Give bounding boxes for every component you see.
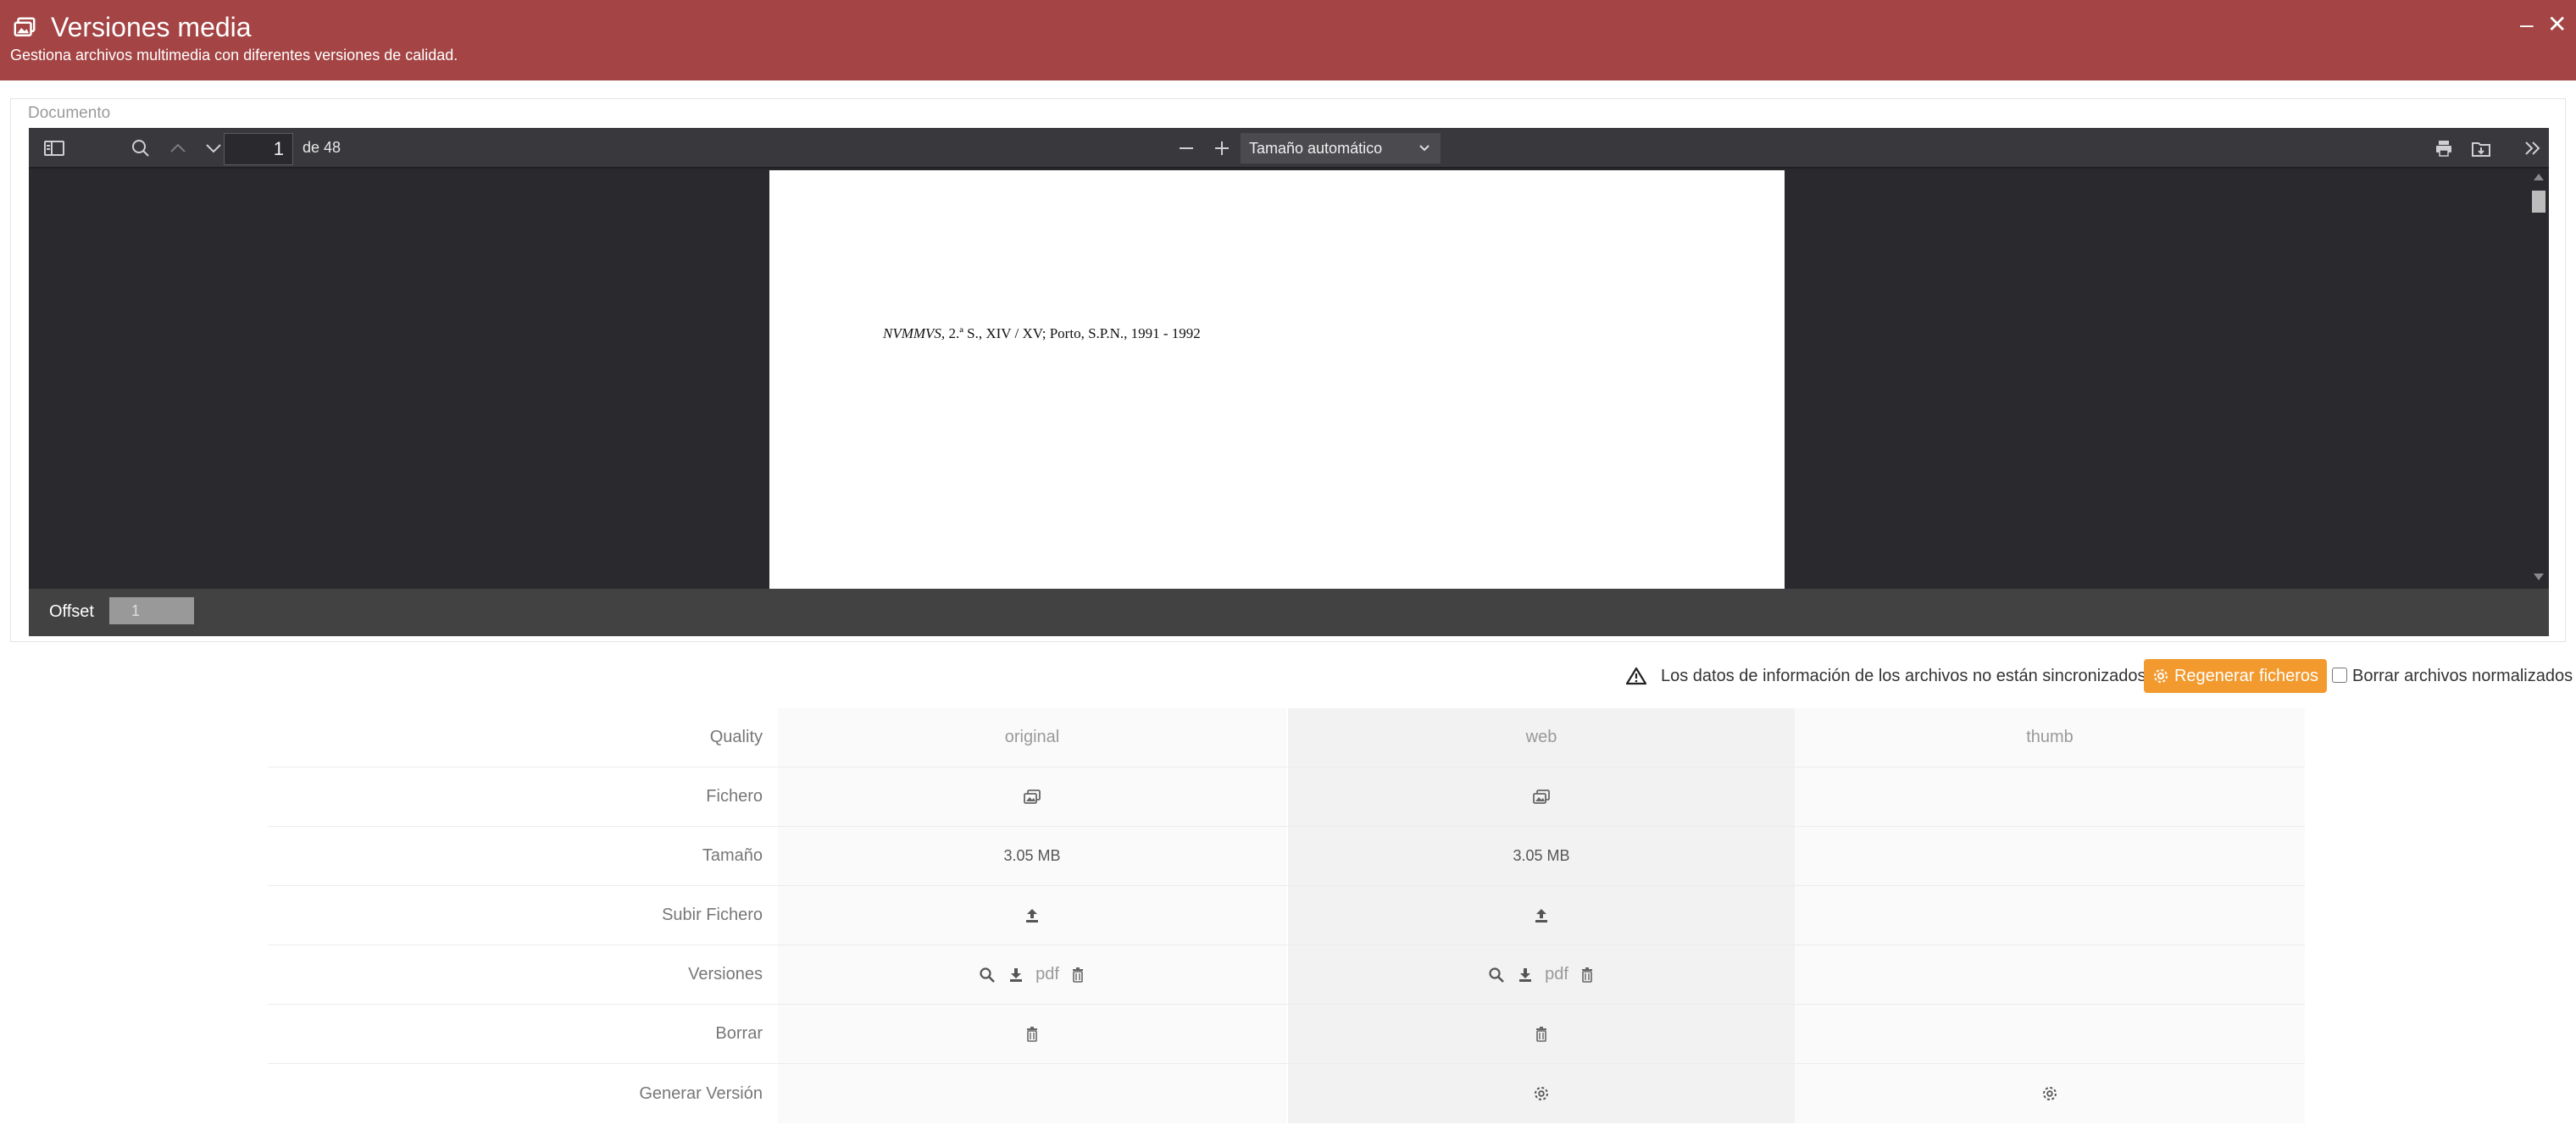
- previous-page-icon[interactable]: [161, 128, 195, 169]
- table-row-quality: Quality original web thumb: [268, 708, 2305, 767]
- download-icon[interactable]: [1517, 967, 1534, 984]
- sidebar-toggle-icon[interactable]: [37, 128, 71, 169]
- regenerate-files-label: Regenerar ficheros: [2174, 666, 2319, 685]
- cell-original-fichero: [778, 767, 1286, 826]
- pdf-page-text-italic: NVMMVS,: [883, 325, 946, 341]
- cell-web-versions: pdf: [1288, 945, 1795, 1004]
- scrollbar-thumb[interactable]: [2532, 191, 2545, 213]
- regenerate-files-button[interactable]: Regenerar ficheros: [2144, 659, 2327, 693]
- upload-icon[interactable]: [1024, 907, 1041, 924]
- row-label-versiones: Versiones: [268, 945, 776, 1004]
- print-icon[interactable]: [2427, 128, 2461, 169]
- cell-original-upload: [778, 886, 1286, 945]
- trash-icon[interactable]: [1070, 967, 1085, 984]
- pdf-page-text-rest: 2.ª S., XIV / XV; Porto, S.P.N., 1991 - …: [945, 325, 1201, 341]
- table-row-tamano: Tamaño 3.05 MB 3.05 MB: [268, 827, 2305, 886]
- version-extension: pdf: [1035, 965, 1059, 984]
- cell-original-size: 3.05 MB: [778, 827, 1286, 885]
- cell-original-generate: [778, 1064, 1286, 1123]
- pdf-toolbar: de 48 Tamaño automático: [29, 128, 2549, 169]
- pdf-canvas-area[interactable]: NVMMVS, 2.ª S., XIV / XV; Porto, S.P.N.,…: [29, 170, 2549, 589]
- pdf-viewer: de 48 Tamaño automático NV: [29, 128, 2549, 636]
- search-icon[interactable]: [1488, 967, 1505, 984]
- offset-input[interactable]: [109, 597, 194, 624]
- gear-icon[interactable]: [1533, 1085, 1550, 1102]
- scroll-up-icon[interactable]: [2534, 174, 2544, 180]
- search-icon[interactable]: [124, 128, 158, 169]
- modal-title: Versiones media: [51, 12, 252, 42]
- column-header-web: web: [1288, 708, 1795, 767]
- close-button[interactable]: ✕: [2547, 12, 2567, 37]
- document-label: Documento: [28, 104, 111, 122]
- zoom-out-icon[interactable]: [1169, 128, 1203, 169]
- zoom-select-label: Tamaño automático: [1249, 139, 1383, 157]
- sync-warning-row: Los datos de información de los archivos…: [0, 659, 2576, 696]
- download-icon[interactable]: [2464, 128, 2498, 169]
- cell-thumb-fichero: [1795, 767, 2305, 826]
- column-header-thumb: thumb: [1795, 708, 2305, 767]
- cell-original-versions: pdf: [778, 945, 1286, 1004]
- row-label-generar: Generar Versión: [268, 1064, 776, 1123]
- offset-label: Offset: [49, 602, 94, 621]
- cell-web-generate: [1288, 1064, 1795, 1123]
- row-label-subir: Subir Fichero: [268, 886, 776, 945]
- zoom-select[interactable]: Tamaño automático: [1241, 133, 1441, 163]
- pdf-page: NVMMVS, 2.ª S., XIV / XV; Porto, S.P.N.,…: [769, 170, 1785, 589]
- table-row-fichero: Fichero: [268, 767, 2305, 827]
- cell-thumb-generate: [1795, 1064, 2305, 1123]
- table-row-borrar: Borrar: [268, 1005, 2305, 1064]
- upload-icon[interactable]: [1533, 907, 1550, 924]
- media-gallery-icon: [14, 17, 36, 36]
- trash-icon[interactable]: [1534, 1026, 1549, 1043]
- cell-thumb-upload: [1795, 886, 2305, 945]
- cell-thumb-size: [1795, 827, 2305, 885]
- offset-bar: Offset: [29, 589, 2549, 636]
- delete-normalized-label[interactable]: Borrar archivos normalizados: [2352, 667, 2573, 686]
- media-file-icon[interactable]: [1023, 789, 1041, 806]
- page-count: de 48: [303, 139, 341, 156]
- document-panel: Documento de 48 Tamaño a: [10, 98, 2566, 642]
- cell-thumb-versions: [1795, 945, 2305, 1004]
- sync-warning-text: Los datos de información de los archivos…: [1661, 667, 2146, 685]
- chevron-down-icon: [1419, 145, 1430, 152]
- tools-expand-icon[interactable]: [2520, 128, 2545, 169]
- version-extension: pdf: [1545, 965, 1568, 984]
- media-file-icon[interactable]: [1532, 789, 1551, 806]
- trash-icon[interactable]: [1579, 967, 1595, 984]
- cell-web-delete: [1288, 1005, 1795, 1063]
- modal-header: Versiones media Gestiona archivos multim…: [0, 0, 2576, 80]
- cell-web-fichero: [1288, 767, 1795, 826]
- minimize-button[interactable]: –: [2520, 12, 2534, 37]
- pdf-scrollbar[interactable]: [2529, 170, 2547, 589]
- download-icon[interactable]: [1008, 967, 1024, 984]
- row-label-tamano: Tamaño: [268, 827, 776, 885]
- cell-web-size: 3.05 MB: [1288, 827, 1795, 885]
- row-label-borrar: Borrar: [268, 1005, 776, 1063]
- delete-normalized-checkbox[interactable]: [2332, 668, 2347, 683]
- pdf-page-text: NVMMVS, 2.ª S., XIV / XV; Porto, S.P.N.,…: [883, 325, 1201, 342]
- modal-subtitle: Gestiona archivos multimedia con diferen…: [10, 47, 458, 64]
- column-header-original: original: [778, 708, 1286, 767]
- trash-icon[interactable]: [1024, 1026, 1040, 1043]
- scroll-down-icon[interactable]: [2534, 574, 2544, 580]
- gear-icon[interactable]: [2041, 1085, 2058, 1102]
- warning-icon: [1625, 667, 1647, 685]
- table-row-versiones: Versiones pdf pdf: [268, 945, 2305, 1005]
- row-label-fichero: Fichero: [268, 767, 776, 826]
- cell-web-upload: [1288, 886, 1795, 945]
- quality-table: Quality original web thumb Fichero Tamañ…: [268, 708, 2305, 1123]
- search-icon[interactable]: [979, 967, 996, 984]
- row-label-quality: Quality: [268, 708, 776, 767]
- cell-original-delete: [778, 1005, 1286, 1063]
- title-row: Versiones media: [12, 12, 252, 43]
- cell-thumb-delete: [1795, 1005, 2305, 1063]
- table-row-subir: Subir Fichero: [268, 886, 2305, 945]
- page-number-input[interactable]: [224, 133, 293, 165]
- table-row-generar: Generar Versión: [268, 1064, 2305, 1123]
- gear-icon: [2153, 669, 2168, 683]
- zoom-in-icon[interactable]: [1205, 128, 1239, 169]
